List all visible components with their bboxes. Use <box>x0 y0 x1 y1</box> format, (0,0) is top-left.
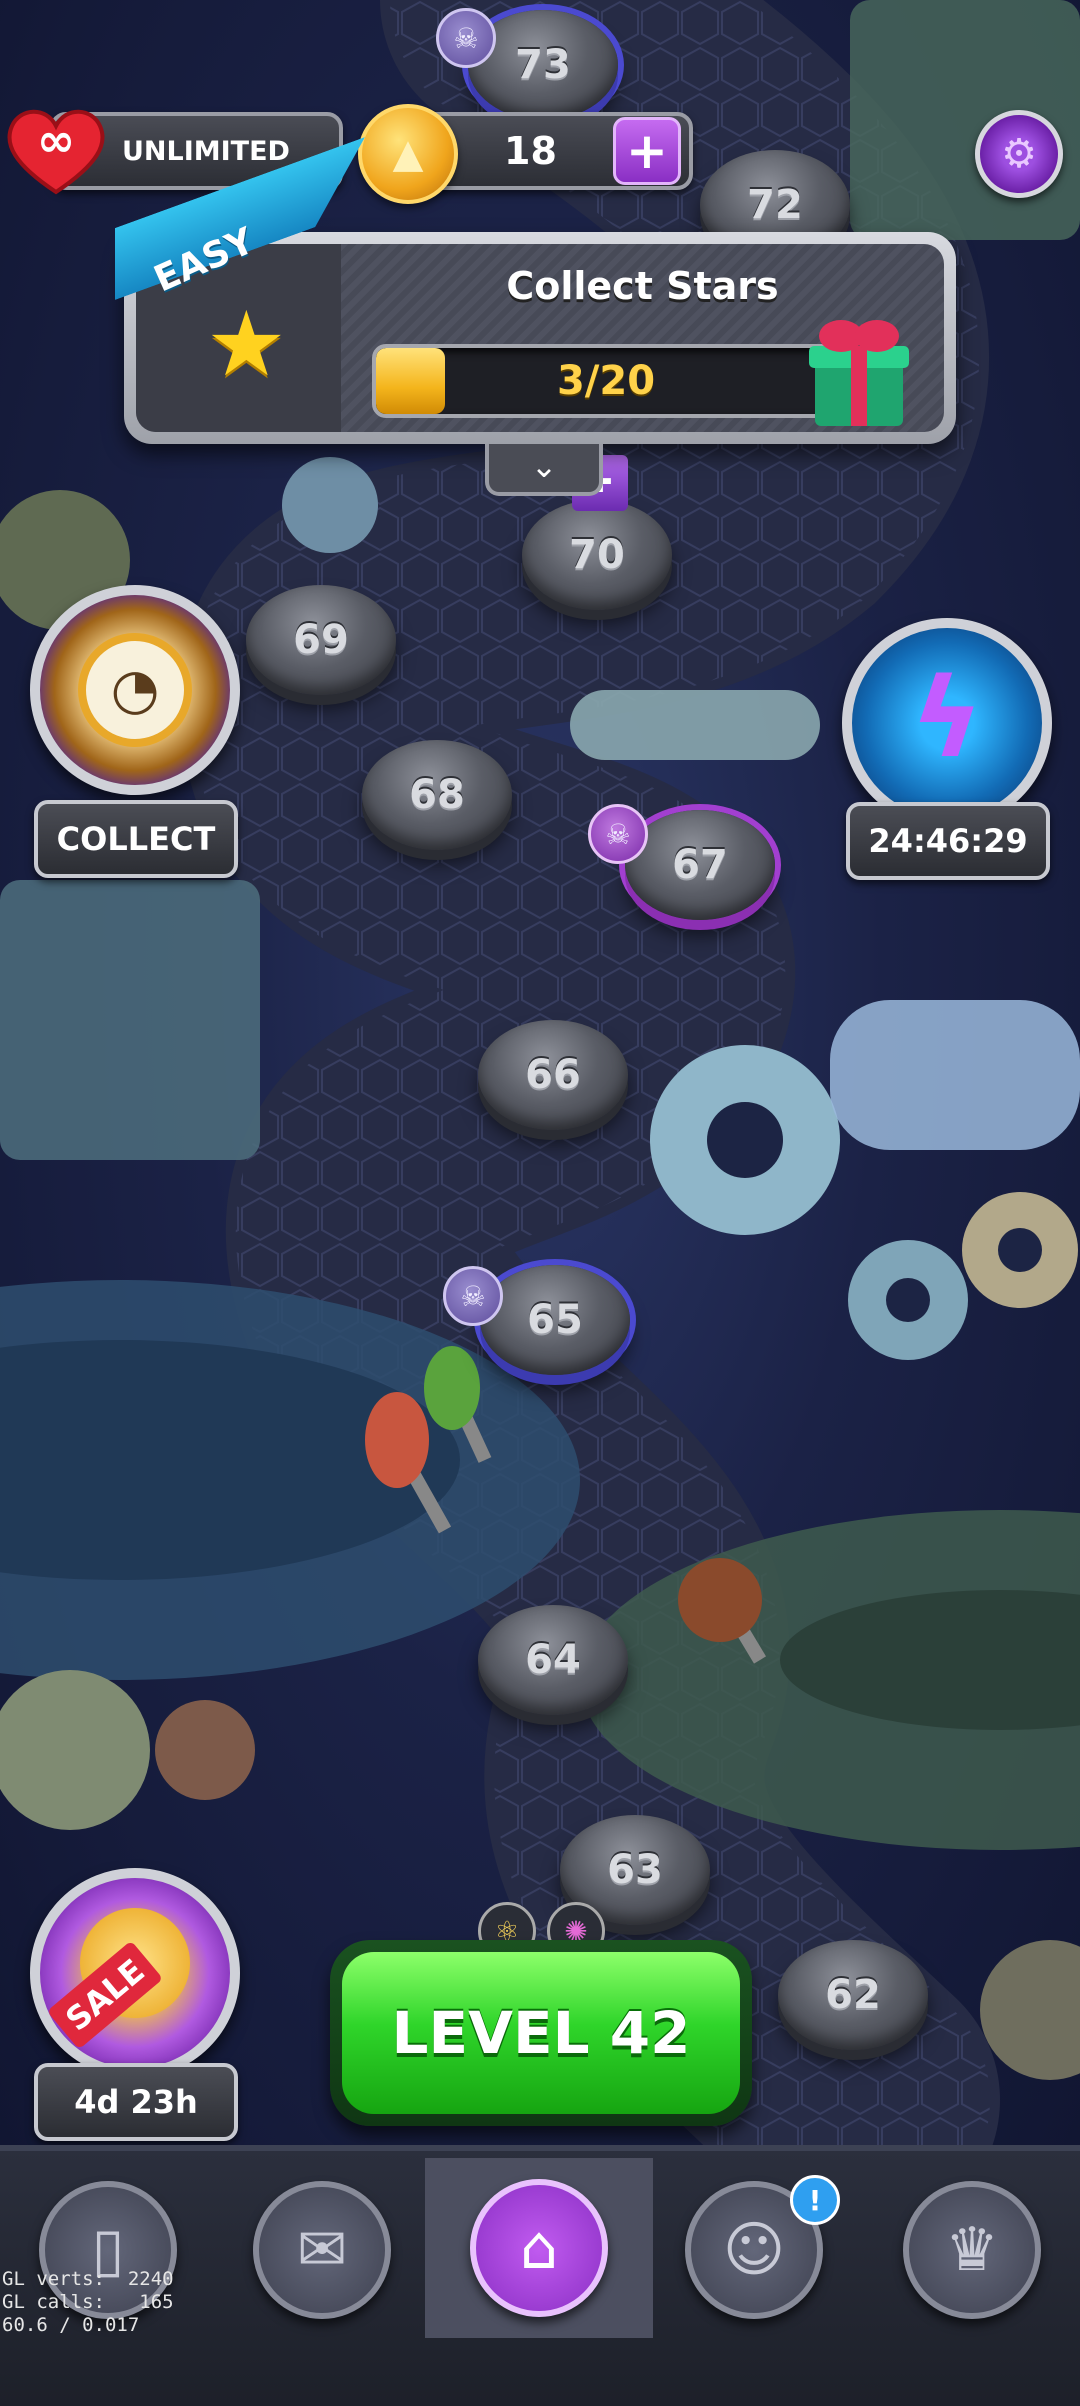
stopwatch-icon: ◔ <box>78 633 192 747</box>
tab-leaderboard[interactable]: ♛ <box>872 2160 1072 2340</box>
envelope-icon: ✉ <box>253 2181 391 2319</box>
boss-skull-icon: ☠ <box>443 1266 503 1326</box>
event-timer: 24:46:29 <box>846 802 1050 880</box>
debug-verts: GL verts: 2240 <box>2 2268 174 2290</box>
tab-mail[interactable]: ✉ <box>222 2160 422 2340</box>
coin-icon: ▲ <box>358 104 458 204</box>
tab-home[interactable]: ⌂ <box>425 2158 653 2338</box>
collect-feature-button[interactable]: ◔ <box>30 585 240 795</box>
boss-skull-icon: ☠ <box>588 804 648 864</box>
add-coins-button[interactable]: + <box>613 117 681 185</box>
lives-label: UNLIMITED <box>122 135 290 167</box>
quest-progress-bar: 3/20 <box>372 344 840 418</box>
quest-progress-text: 3/20 <box>556 358 656 404</box>
level-node-70[interactable]: 70 <box>522 500 672 610</box>
gear-icon: ⚙ <box>1001 131 1037 177</box>
level-node-66[interactable]: 66 <box>478 1020 628 1130</box>
home-icon: ⌂ <box>470 2179 608 2317</box>
debug-calls: GL calls: 165 <box>2 2291 174 2313</box>
level-node-65[interactable]: 65 <box>480 1265 630 1375</box>
lightning-event-button[interactable]: ϟ <box>842 618 1052 828</box>
lightning-icon: ϟ <box>910 654 984 782</box>
quest-expand-button[interactable]: ⌄ <box>485 444 603 496</box>
coins-value: 18 <box>504 129 557 173</box>
play-level-button[interactable]: LEVEL 42 <box>330 1940 752 2126</box>
play-level-label: LEVEL 42 <box>342 1952 740 2114</box>
boss-skull-icon: ☠ <box>436 8 496 68</box>
settings-button[interactable]: ⚙ <box>975 110 1063 198</box>
quest-title: Collect Stars <box>506 264 779 308</box>
gift-icon <box>809 320 909 426</box>
collect-button[interactable]: COLLECT <box>34 800 238 878</box>
level-node-67[interactable]: 67 <box>625 810 775 920</box>
sale-timer: 4d 23h <box>34 2063 238 2141</box>
star-icon: ★ <box>206 292 287 397</box>
svg-text:∞: ∞ <box>37 113 75 167</box>
level-node-68[interactable]: 68 <box>362 740 512 850</box>
friends-notification-badge: ! <box>790 2175 840 2225</box>
chevron-down-icon: ⌄ <box>530 447 558 485</box>
debug-fps: 60.6 / 0.017 <box>2 2314 140 2336</box>
level-node-62[interactable]: 62 <box>778 1940 928 2050</box>
trophy-icon: ♛ <box>903 2181 1041 2319</box>
level-node-64[interactable]: 64 <box>478 1605 628 1715</box>
level-node-69[interactable]: 69 <box>246 585 396 695</box>
infinity-heart-icon: ∞ <box>7 109 105 195</box>
